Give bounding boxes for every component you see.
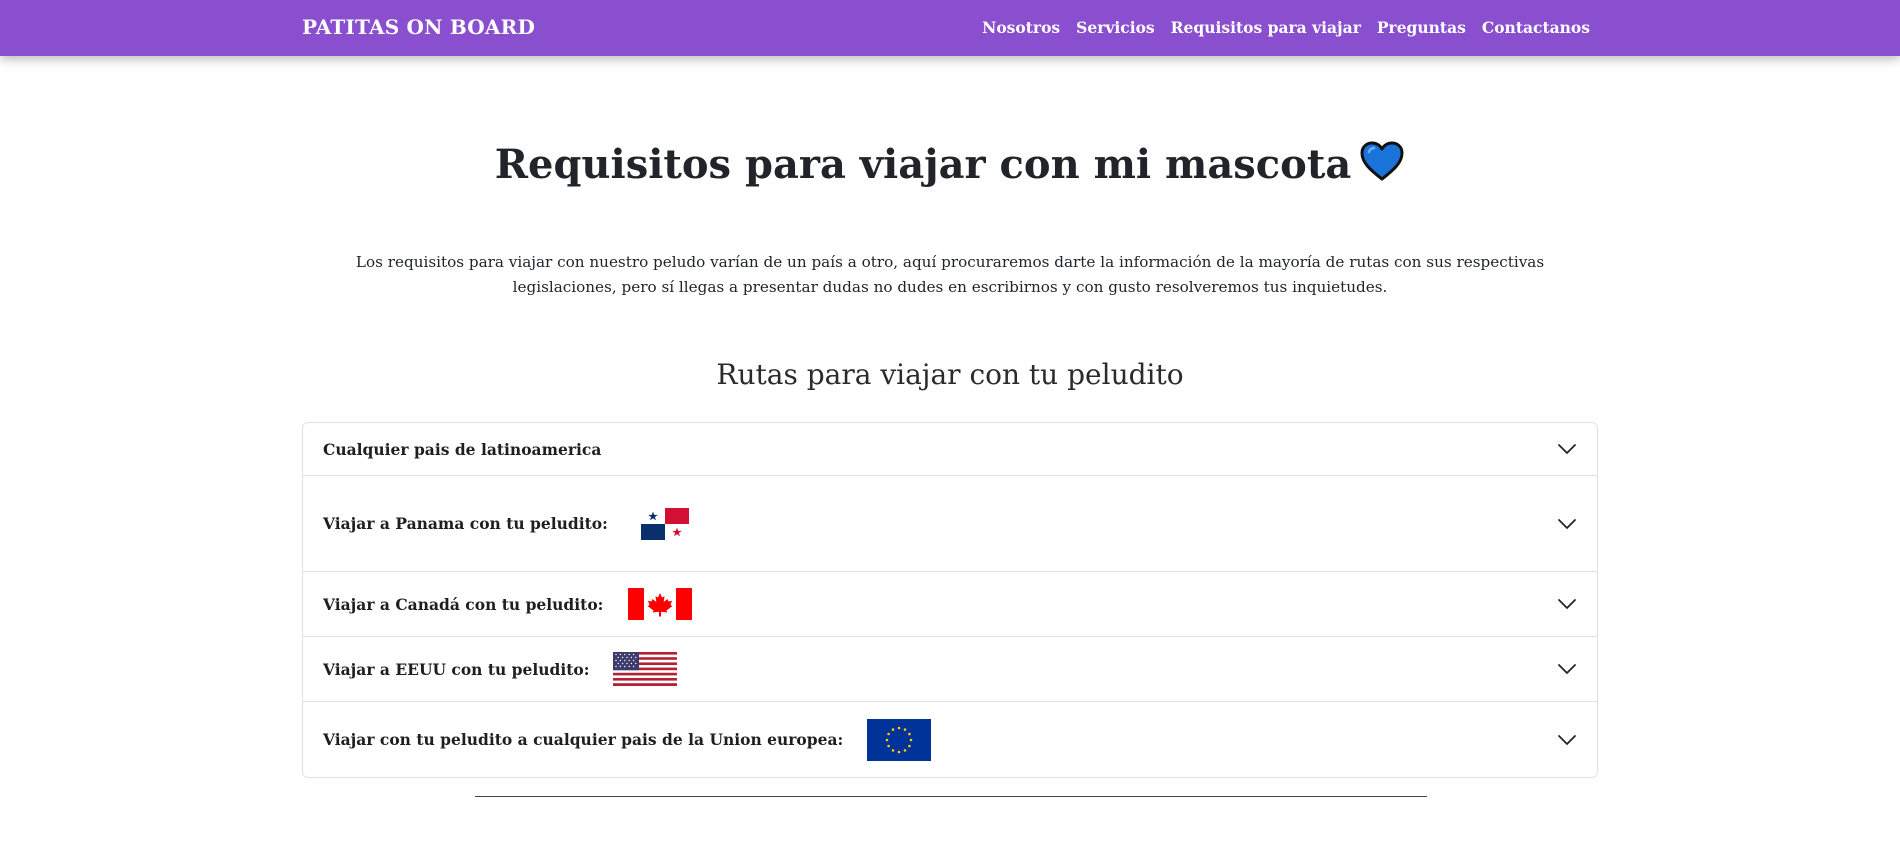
nav-link-servicios[interactable]: Servicios — [1076, 18, 1155, 37]
chevron-down-icon — [1558, 664, 1576, 674]
accordion-item-union-europea[interactable]: Viajar con tu peludito a cualquier pais … — [303, 702, 1597, 777]
accordion-item-label: Cualquier pais de latinoamerica — [323, 439, 602, 459]
chevron-down-icon — [1558, 518, 1576, 529]
usa-flag-icon — [613, 652, 678, 686]
page-title-text: Requisitos para viajar con mi mascota — [494, 141, 1352, 188]
accordion-item-label: Viajar a Panama con tu peludito: — [323, 514, 608, 533]
accordion-item-latinoamerica[interactable]: Cualquier pais de latinoamerica — [303, 423, 1597, 476]
blue-heart-icon — [1360, 141, 1404, 181]
panama-flag-icon — [640, 507, 689, 540]
page-title: Requisitos para viajar con mi mascota — [0, 140, 1900, 188]
intro-text: Los requisitos para viajar con nuestro p… — [355, 253, 1545, 296]
chevron-down-icon — [1558, 444, 1576, 454]
nav-links: Nosotros Servicios Requisitos para viaja… — [982, 18, 1590, 37]
brand-logo[interactable]: PATITAS ON BOARD — [302, 15, 535, 39]
navbar: PATITAS ON BOARD Nosotros Servicios Requ… — [0, 0, 1900, 56]
routes-section-title: Rutas para viajar con tu peludito — [716, 358, 1184, 391]
section-divider — [475, 796, 1427, 797]
eu-flag-icon — [867, 718, 932, 761]
accordion-item-panama[interactable]: Viajar a Panama con tu peludito: — [303, 476, 1597, 572]
accordion-item-label: Viajar a Canadá con tu peludito: — [323, 594, 604, 614]
accordion-item-label: Viajar a EEUU con tu peludito: — [323, 659, 590, 679]
nav-link-contactanos[interactable]: Contactanos — [1482, 18, 1590, 37]
routes-accordion: Cualquier pais de latinoamerica Viajar a… — [302, 422, 1598, 778]
nav-link-requisitos[interactable]: Requisitos para viajar — [1171, 18, 1361, 37]
canada-flag-icon — [628, 588, 693, 620]
nav-link-preguntas[interactable]: Preguntas — [1377, 18, 1466, 37]
accordion-item-label: Viajar con tu peludito a cualquier pais … — [323, 730, 844, 749]
nav-link-nosotros[interactable]: Nosotros — [982, 18, 1060, 37]
chevron-down-icon — [1558, 734, 1576, 745]
accordion-item-eeuu[interactable]: Viajar a EEUU con tu peludito: — [303, 637, 1597, 702]
accordion-item-canada[interactable]: Viajar a Canadá con tu peludito: — [303, 572, 1597, 637]
chevron-down-icon — [1558, 599, 1576, 609]
